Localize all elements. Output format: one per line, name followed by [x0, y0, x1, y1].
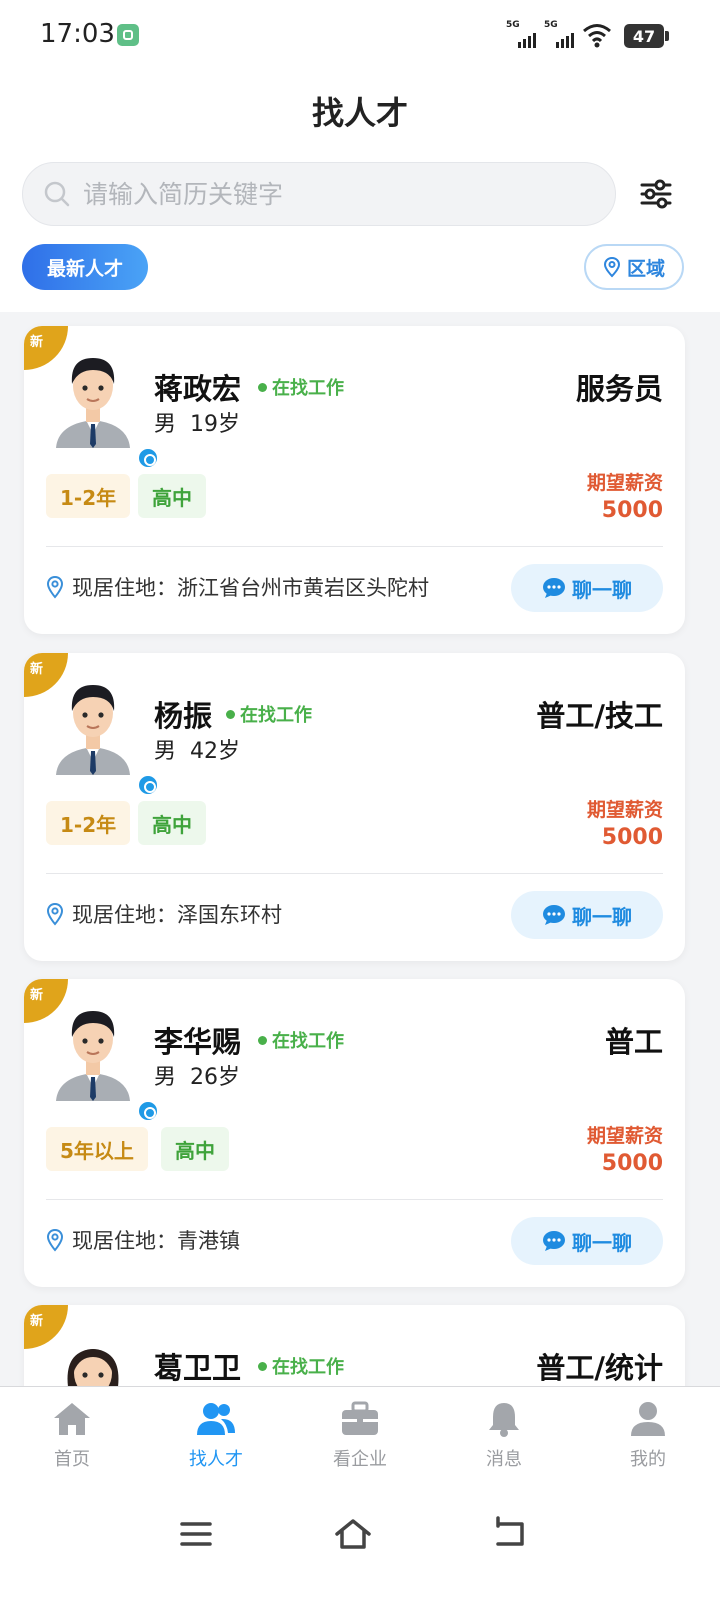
bell-icon [489, 1403, 519, 1437]
home-icon [54, 1403, 90, 1435]
tab-messages[interactable]: 消息 [432, 1387, 576, 1488]
candidate-name: 杨振 [154, 699, 213, 733]
education-tag: 高中 [138, 801, 206, 845]
verified-icon [136, 446, 160, 470]
residence: 现居住地：浙江省台州市黄岩区头陀村 [46, 572, 429, 602]
job-status: 在找工作 [258, 1027, 344, 1053]
candidate-card[interactable]: 新 蒋政宏 在找工作 服务员 男 19岁 1-2年 高中 期望薪资 5000 现… [24, 326, 685, 634]
status-time: 17:03 [40, 19, 115, 49]
tab-find-talent[interactable]: 找人才 [144, 1387, 288, 1488]
salary-value: 5000 [601, 1151, 663, 1176]
desired-job: 普工/统计 [536, 1351, 663, 1385]
status-dot-icon [258, 1035, 267, 1045]
gender-age: 男 26岁 [154, 1065, 241, 1090]
tab-companies[interactable]: 看企业 [288, 1387, 432, 1488]
experience-tag: 1-2年 [46, 474, 131, 518]
divider [46, 873, 663, 874]
verified-icon [136, 773, 160, 797]
salary-label: 期望薪资 [586, 799, 663, 821]
status-dot-icon [258, 382, 267, 392]
area-filter-button[interactable]: 区域 [584, 244, 684, 290]
candidate-name: 葛卫卫 [154, 1351, 242, 1385]
person-icon [631, 1402, 665, 1436]
verified-icon [136, 1099, 160, 1123]
chat-button[interactable]: 聊一聊 [511, 1217, 663, 1265]
latest-talent-filter[interactable]: 最新人才 [22, 244, 148, 290]
status-dot-icon [226, 709, 235, 719]
candidate-name: 李华赐 [154, 1025, 242, 1059]
location-pin-icon [46, 1228, 64, 1252]
chat-button[interactable]: 聊一聊 [511, 564, 663, 612]
cellular-signal-icon: 5G [544, 20, 574, 48]
chat-button[interactable]: 聊一聊 [511, 891, 663, 939]
search-icon [44, 181, 70, 207]
tab-home[interactable]: 首页 [0, 1387, 144, 1488]
back-icon[interactable] [490, 1516, 530, 1552]
area-filter-label: 区域 [626, 257, 665, 280]
salary-value: 5000 [601, 498, 663, 523]
candidate-card[interactable]: 新 李华赐 在找工作 普工 男 26岁 5年以上 高中 期望薪资 5000 现居… [24, 979, 685, 1287]
education-tag: 高中 [161, 1127, 229, 1171]
battery-icon: 47 [624, 24, 669, 48]
users-icon [197, 1403, 235, 1435]
avatar [50, 675, 160, 797]
chat-bubble-icon [543, 578, 565, 598]
divider [46, 546, 663, 547]
salary-label: 期望薪资 [586, 1125, 663, 1147]
search-bar[interactable] [22, 162, 616, 226]
desired-job: 普工/技工 [536, 699, 663, 733]
desired-job: 服务员 [575, 372, 663, 406]
job-status: 在找工作 [258, 1353, 344, 1379]
status-icons: 5G 5G 47 [506, 20, 669, 48]
menu-icon[interactable] [176, 1516, 216, 1552]
location-pin-icon [603, 256, 620, 278]
app-notification-icon [117, 24, 139, 46]
tab-profile[interactable]: 我的 [576, 1387, 720, 1488]
gender-age: 男 42岁 [154, 739, 241, 764]
avatar [50, 348, 160, 470]
status-bar: 17:03 5G 5G 47 [0, 0, 720, 70]
home-nav-icon[interactable] [333, 1516, 373, 1552]
desired-job: 普工 [604, 1025, 663, 1059]
bottom-tab-bar: 首页 找人才 看企业 消息 我的 [0, 1386, 720, 1488]
briefcase-icon [342, 1401, 378, 1435]
experience-tag: 1-2年 [46, 801, 131, 845]
page-title: 找人才 [311, 94, 408, 132]
system-nav-bar [0, 1488, 720, 1600]
cellular-signal-icon: 5G [506, 20, 536, 48]
job-status: 在找工作 [226, 701, 312, 727]
residence: 现居住地：泽国东环村 [46, 899, 282, 929]
header-area: 17:03 5G 5G 47 找人才 请输入简历关键字 最新人才 区域 [0, 0, 720, 312]
avatar [50, 1001, 160, 1123]
chat-bubble-icon [543, 1231, 565, 1251]
location-pin-icon [46, 902, 64, 926]
candidate-name: 蒋政宏 [154, 372, 242, 406]
salary-value: 5000 [601, 825, 663, 850]
search-input[interactable] [83, 179, 615, 209]
divider [46, 1199, 663, 1200]
candidate-card[interactable]: 新 杨振 在找工作 普工/技工 男 42岁 1-2年 高中 期望薪资 5000 … [24, 653, 685, 961]
location-pin-icon [46, 575, 64, 599]
job-status: 在找工作 [258, 374, 344, 400]
residence: 现居住地：青港镇 [46, 1225, 240, 1255]
status-dot-icon [258, 1361, 267, 1371]
salary-label: 期望薪资 [586, 472, 663, 494]
chat-bubble-icon [543, 905, 565, 925]
wifi-icon [583, 24, 611, 48]
education-tag: 高中 [138, 474, 206, 518]
experience-tag: 5年以上 [46, 1127, 148, 1171]
gender-age: 男 19岁 [154, 412, 241, 437]
filter-icon[interactable] [638, 176, 674, 212]
